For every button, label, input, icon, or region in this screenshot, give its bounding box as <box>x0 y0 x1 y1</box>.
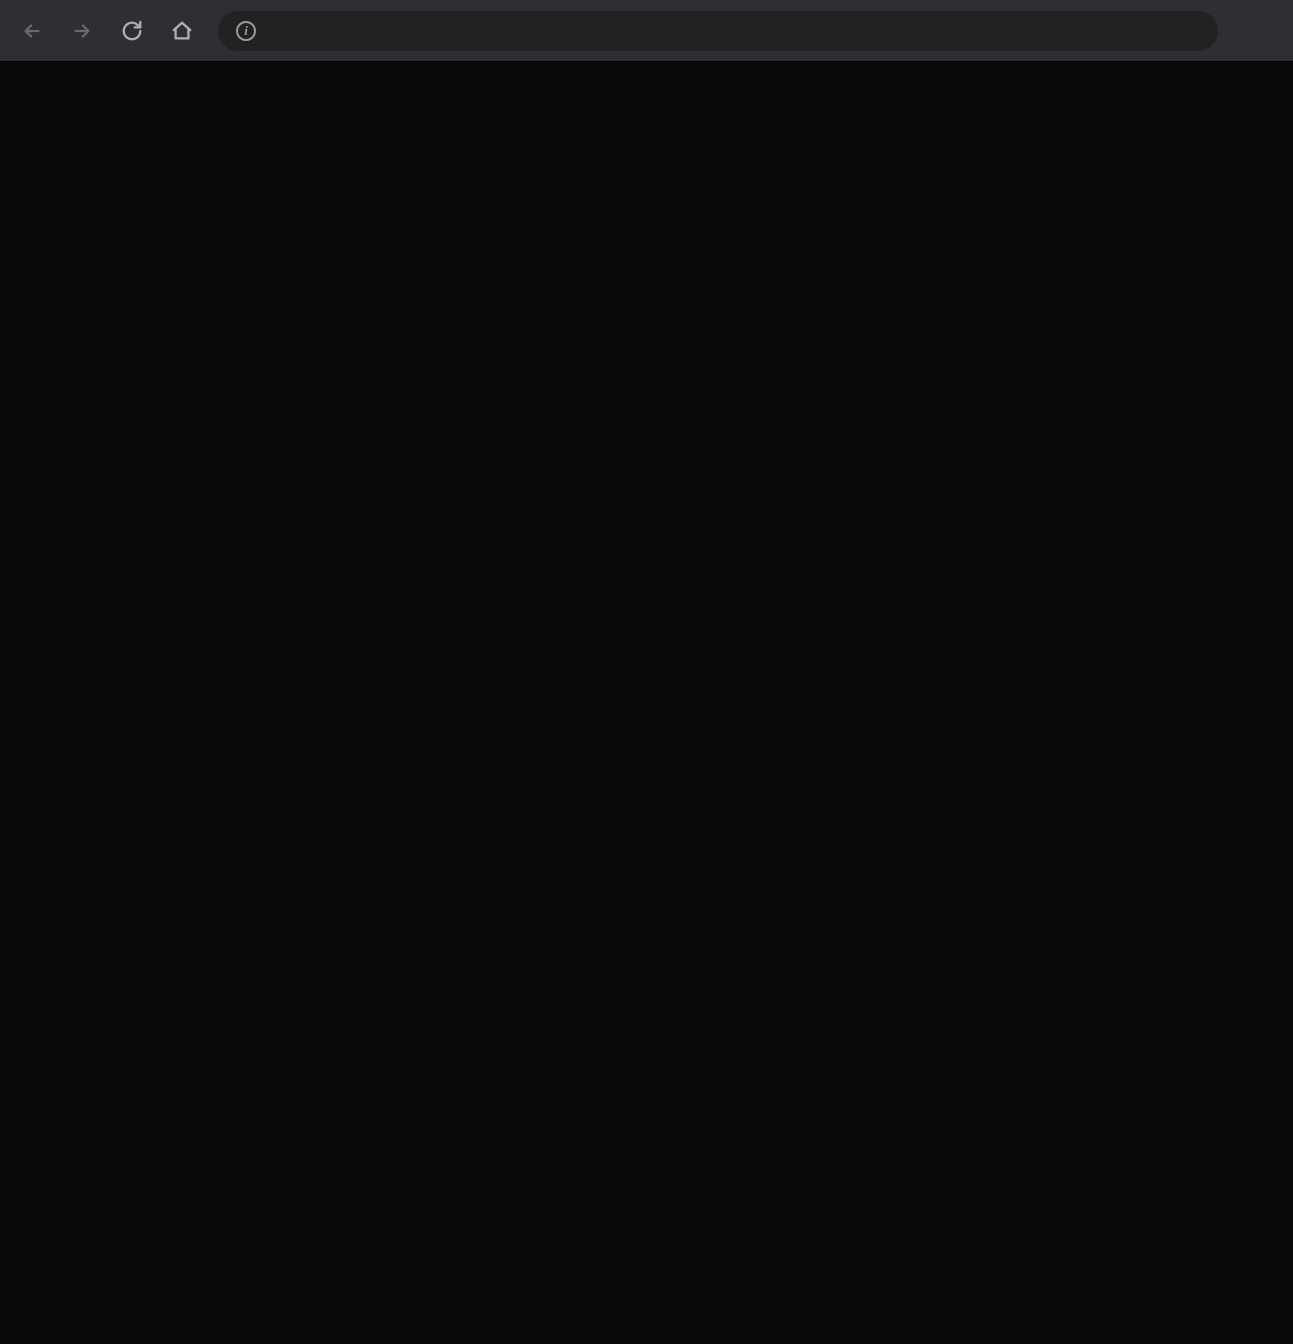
home-button[interactable] <box>168 17 196 45</box>
browser-toolbar: i <box>0 0 1293 62</box>
back-button[interactable] <box>18 17 46 45</box>
forward-button[interactable] <box>68 17 96 45</box>
arrow-left-icon <box>21 20 43 42</box>
reload-button[interactable] <box>118 17 146 45</box>
address-bar[interactable]: i <box>218 11 1218 51</box>
page-content <box>0 62 1293 106</box>
arrow-right-icon <box>71 20 93 42</box>
site-info-icon[interactable]: i <box>236 21 256 41</box>
reload-icon <box>121 20 143 42</box>
home-icon <box>171 20 193 42</box>
